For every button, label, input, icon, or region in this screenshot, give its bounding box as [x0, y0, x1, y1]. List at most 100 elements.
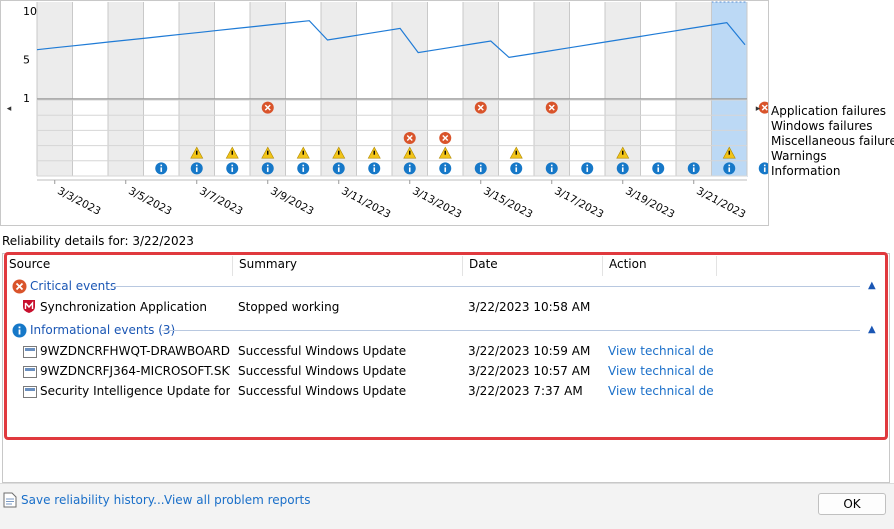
day-column: [108, 2, 144, 176]
info-icon-dot: [408, 164, 411, 167]
column-summary[interactable]: Summary: [233, 256, 463, 276]
warning-icon-mark: [196, 150, 198, 155]
critical-row-source[interactable]: Synchronization Application: [40, 300, 230, 314]
reliability-chart[interactable]: 10 5 1 3/3/2023 3/5/2023 3/7/2023 3/9/2023 3/11…: [0, 0, 769, 226]
info-icon-dot: [195, 164, 198, 167]
column-date[interactable]: Date: [463, 256, 603, 276]
warning-icon-mark: [338, 150, 340, 155]
warning-icon-mark: [302, 150, 304, 155]
legend-windows-failures: Windows failures: [771, 119, 873, 133]
document-icon: [3, 492, 17, 508]
date-tick-label: 3/17/2023: [552, 185, 605, 221]
info-row-3-view-details-link[interactable]: View technical de...: [608, 384, 714, 398]
chart-svg: 10 5 1 3/3/2023 3/5/2023 3/7/2023 3/9/2023 3/11…: [23, 1, 768, 221]
update-icon: [23, 366, 37, 378]
info-row-3-summary: Successful Windows Update: [238, 384, 407, 398]
critical-events-header[interactable]: Critical events: [30, 279, 116, 293]
y-tick-label: 10: [23, 5, 37, 18]
info-icon-mark: [302, 167, 305, 172]
day-column: [534, 2, 570, 176]
collapse-informational-icon[interactable]: ▲: [868, 324, 876, 335]
date-tick-label: 3/15/2023: [481, 185, 534, 221]
save-reliability-history-link[interactable]: Save reliability history...: [21, 493, 165, 507]
info-icon-dot: [373, 164, 376, 167]
info-group-icon: [12, 323, 27, 338]
info-icon-mark: [515, 167, 518, 172]
info-row-3-date: 3/22/2023 7:37 AM: [468, 384, 583, 398]
scroll-left-icon[interactable]: ◂: [4, 104, 14, 118]
info-icon-mark: [195, 167, 198, 172]
warning-icon-mark: [515, 150, 517, 155]
date-tick-label: 3/21/2023: [694, 185, 747, 221]
collapse-critical-icon[interactable]: ▲: [868, 280, 876, 291]
info-icon-dot: [692, 164, 695, 167]
day-column: [463, 2, 499, 176]
column-source[interactable]: Source: [3, 256, 233, 276]
info-icon-dot: [657, 164, 660, 167]
warning-icon-mark: [444, 150, 446, 155]
info-icon-dot: [763, 164, 766, 167]
critical-row-summary: Stopped working: [238, 300, 340, 314]
legend-miscellaneous-failures: Miscellaneous failures: [771, 134, 894, 148]
info-icon-mark: [621, 167, 624, 172]
info-row-3-source[interactable]: Security Intelligence Update for M...: [40, 384, 230, 398]
details-label: Reliability details for: 3/22/2023: [2, 234, 194, 248]
info-row-2-source[interactable]: 9WZDNCRFJ364-MICROSOFT.SKY...: [40, 364, 230, 378]
info-row-2-date: 3/22/2023 10:57 AM: [468, 364, 591, 378]
info-row-1-date: 3/22/2023 10:59 AM: [468, 344, 591, 358]
informational-events-header[interactable]: Informational events (3): [30, 323, 175, 337]
info-icon-mark: [444, 167, 447, 172]
info-icon-mark: [337, 167, 340, 172]
day-column: [37, 2, 73, 176]
info-icon-mark: [266, 167, 269, 172]
info-icon-mark: [586, 167, 589, 172]
info-row-1-source[interactable]: 9WZDNCRFHWQT-DRAWBOARD....: [40, 344, 230, 358]
app-shield-icon: [23, 300, 35, 313]
info-icon-dot: [479, 164, 482, 167]
legend-warnings: Warnings: [771, 149, 827, 163]
info-icon-dot: [621, 164, 624, 167]
info-icon-dot: [231, 164, 234, 167]
scroll-right-icon[interactable]: ▸: [753, 104, 763, 118]
info-group-divider: [162, 330, 860, 331]
y-tick-label: 1: [23, 92, 30, 105]
info-icon-mark: [373, 167, 376, 172]
info-icon-dot: [266, 164, 269, 167]
info-row-1-summary: Successful Windows Update: [238, 344, 407, 358]
date-tick-label: 3/13/2023: [410, 185, 463, 221]
info-icon-mark: [763, 167, 766, 172]
info-icon-mark: [479, 167, 482, 172]
info-icon-dot: [550, 164, 553, 167]
warning-icon-mark: [622, 150, 624, 155]
view-all-problem-reports-link[interactable]: View all problem reports: [164, 493, 311, 507]
ok-button[interactable]: OK: [818, 493, 886, 515]
info-icon-dot: [302, 164, 305, 167]
date-tick-label: 3/3/2023: [55, 185, 102, 218]
update-icon: [23, 346, 37, 358]
date-tick-label: 3/19/2023: [623, 185, 676, 221]
critical-row-date: 3/22/2023 10:58 AM: [468, 300, 591, 314]
info-icon-dot: [337, 164, 340, 167]
info-icon-mark: [728, 167, 731, 172]
legend-application-failures: Application failures: [771, 104, 887, 118]
critical-icon: [12, 279, 27, 294]
y-tick-label: 5: [23, 53, 30, 66]
warning-icon-mark: [409, 150, 411, 155]
info-icon-mark: [692, 167, 695, 172]
info-icon-dot: [160, 164, 163, 167]
warning-icon-mark: [267, 150, 269, 155]
info-icon-mark: [657, 167, 660, 172]
column-action[interactable]: Action: [603, 256, 717, 276]
info-row-2-view-details-link[interactable]: View technical de...: [608, 364, 714, 378]
info-icon-mark: [160, 167, 163, 172]
info-icon-mark: [231, 167, 234, 172]
info-icon-mark: [550, 167, 553, 172]
info-row-1-view-details-link[interactable]: View technical de...: [608, 344, 714, 358]
info-row-2-summary: Successful Windows Update: [238, 364, 407, 378]
date-tick-label: 3/5/2023: [126, 185, 173, 218]
update-icon: [23, 386, 37, 398]
warning-icon-mark: [728, 150, 730, 155]
date-tick-label: 3/7/2023: [197, 185, 244, 218]
info-icon: [758, 162, 768, 175]
info-icon-dot: [515, 164, 518, 167]
